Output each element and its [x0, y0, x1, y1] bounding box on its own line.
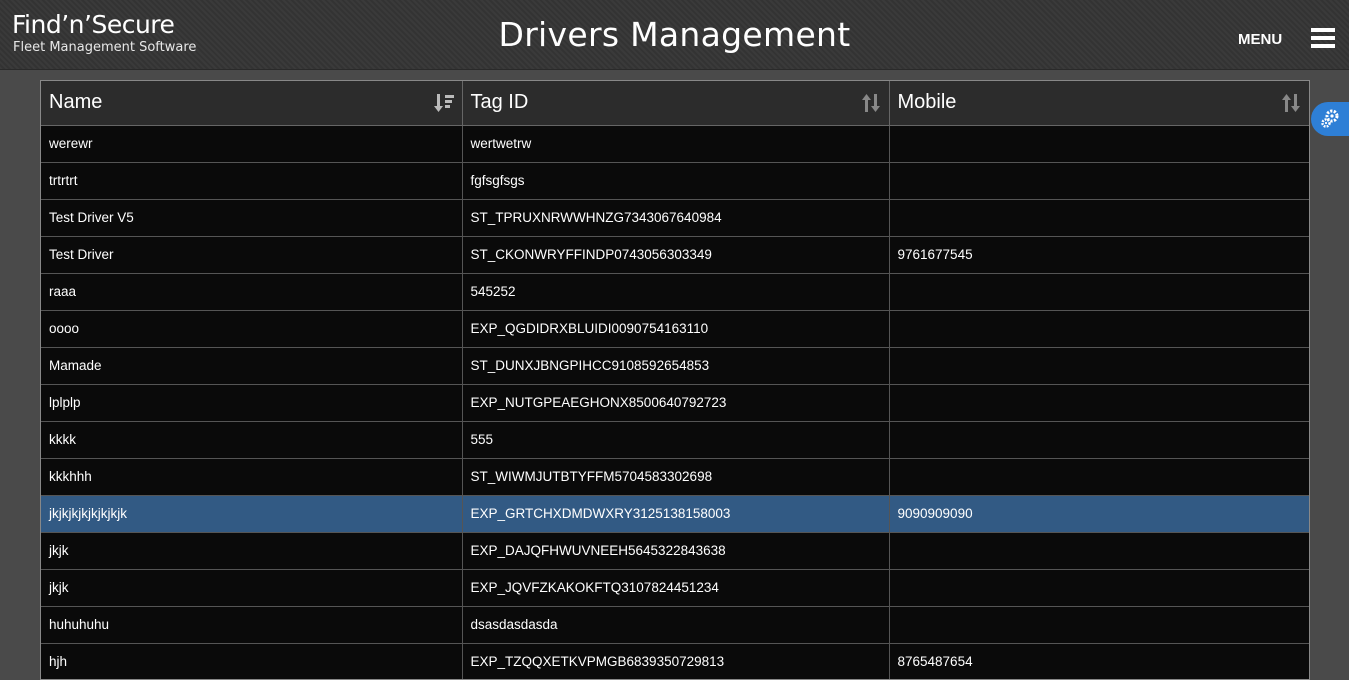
cell-mobile [889, 199, 1309, 237]
settings-side-tab[interactable] [1311, 102, 1349, 136]
cell-mobile [889, 125, 1309, 163]
table-row[interactable]: kkkk 555 [41, 421, 1309, 459]
cell-tag-id: EXP_NUTGPEAEGHONX8500640792723 [462, 384, 890, 422]
cell-tag-id: wertwetrw [462, 125, 890, 163]
column-header-label: Tag ID [470, 91, 529, 114]
table-row[interactable]: huhuhuhu dsasdasdasda [41, 606, 1309, 644]
cell-tag-id: EXP_QGDIDRXBLUIDI0090754163110 [462, 310, 890, 348]
cell-name: kkkhhh [41, 458, 463, 496]
column-header-label: Name [49, 91, 103, 114]
cell-mobile [889, 384, 1309, 422]
cell-mobile: 9761677545 [889, 236, 1309, 274]
table-row[interactable]: Test Driver ST_CKONWRYFFINDP0743056303349… [41, 236, 1309, 274]
drivers-table-container: Name Tag ID Mobile werewr wertwetrw trtr… [40, 80, 1310, 680]
app-header: Find’n’Secure Fleet Management Software … [0, 0, 1349, 70]
cell-name: jkjk [41, 569, 463, 607]
cell-mobile [889, 569, 1309, 607]
cell-mobile [889, 421, 1309, 459]
cell-name: kkkk [41, 421, 463, 459]
cell-mobile: 8765487654 [889, 643, 1309, 679]
settings-gears-icon [1321, 109, 1339, 128]
table-row[interactable]: Mamade ST_DUNXJBNGPIHCC9108592654853 [41, 347, 1309, 385]
cell-tag-id: EXP_TZQQXETKVPMGB6839350729813 [462, 643, 890, 679]
table-row[interactable]: Test Driver V5 ST_TPRUXNRWWHNZG7343067640… [41, 199, 1309, 237]
cell-tag-id: EXP_JQVFZKAKOKFTQ3107824451234 [462, 569, 890, 607]
cell-name: jkjk [41, 532, 463, 570]
cell-name: lplplp [41, 384, 463, 422]
table-row[interactable]: kkkhhh ST_WIWMJUTBTYFFM5704583302698 [41, 458, 1309, 496]
cell-tag-id: ST_DUNXJBNGPIHCC9108592654853 [462, 347, 890, 385]
cell-name: trtrtrt [41, 162, 463, 200]
table-row[interactable]: oooo EXP_QGDIDRXBLUIDI0090754163110 [41, 310, 1309, 348]
cell-mobile [889, 606, 1309, 644]
drivers-table: Name Tag ID Mobile werewr wertwetrw trtr… [41, 81, 1309, 679]
column-header-tag-id[interactable]: Tag ID [462, 81, 890, 126]
cell-name: hjh [41, 643, 463, 679]
cell-tag-id: ST_TPRUXNRWWHNZG7343067640984 [462, 199, 890, 237]
table-row[interactable]: raaa 545252 [41, 273, 1309, 311]
page-title: Drivers Management [498, 15, 851, 54]
cell-mobile [889, 273, 1309, 311]
sort-icon[interactable] [1281, 93, 1301, 113]
sort-descending-icon[interactable] [433, 93, 454, 113]
cell-name: jkjkjkjkjkjkjkjk [41, 495, 463, 533]
menu-label[interactable]: MENU [1238, 31, 1282, 49]
cell-name: Mamade [41, 347, 463, 385]
table-row[interactable]: jkjkjkjkjkjkjkjk EXP_GRTCHXDMDWXRY3125138… [41, 495, 1309, 533]
cell-mobile [889, 532, 1309, 570]
table-row[interactable]: jkjk EXP_JQVFZKAKOKFTQ3107824451234 [41, 569, 1309, 607]
cell-name: werewr [41, 125, 463, 163]
cell-mobile [889, 310, 1309, 348]
cell-name: Test Driver V5 [41, 199, 463, 237]
column-header-mobile[interactable]: Mobile [889, 81, 1309, 126]
table-body: werewr wertwetrw trtrtrt fgfsgfsgs Test Driv… [41, 125, 1309, 679]
hamburger-icon[interactable] [1311, 28, 1335, 48]
cell-name: huhuhuhu [41, 606, 463, 644]
cell-tag-id: EXP_GRTCHXDMDWXRY3125138158003 [462, 495, 890, 533]
table-row[interactable]: lplplp EXP_NUTGPEAEGHONX8500640792723 [41, 384, 1309, 422]
sort-icon[interactable] [861, 93, 881, 113]
column-header-label: Mobile [897, 91, 957, 114]
cell-tag-id: 545252 [462, 273, 890, 311]
cell-mobile [889, 458, 1309, 496]
table-row[interactable]: werewr wertwetrw [41, 125, 1309, 163]
cell-tag-id: EXP_DAJQFHWUVNEEH5645322843638 [462, 532, 890, 570]
cell-mobile [889, 347, 1309, 385]
cell-mobile: 9090909090 [889, 495, 1309, 533]
cell-tag-id: dsasdasdasda [462, 606, 890, 644]
cell-tag-id: 555 [462, 421, 890, 459]
cell-name: raaa [41, 273, 463, 311]
table-header-row: Name Tag ID Mobile [41, 81, 1309, 126]
cell-tag-id: ST_WIWMJUTBTYFFM5704583302698 [462, 458, 890, 496]
cell-tag-id: fgfsgfsgs [462, 162, 890, 200]
table-row[interactable]: jkjk EXP_DAJQFHWUVNEEH5645322843638 [41, 532, 1309, 570]
table-row[interactable]: hjh EXP_TZQQXETKVPMGB6839350729813 8765487… [41, 643, 1309, 679]
column-header-name[interactable]: Name [41, 81, 463, 126]
cell-tag-id: ST_CKONWRYFFINDP0743056303349 [462, 236, 890, 274]
table-row[interactable]: trtrtrt fgfsgfsgs [41, 162, 1309, 200]
cell-name: oooo [41, 310, 463, 348]
cell-name: Test Driver [41, 236, 463, 274]
cell-mobile [889, 162, 1309, 200]
